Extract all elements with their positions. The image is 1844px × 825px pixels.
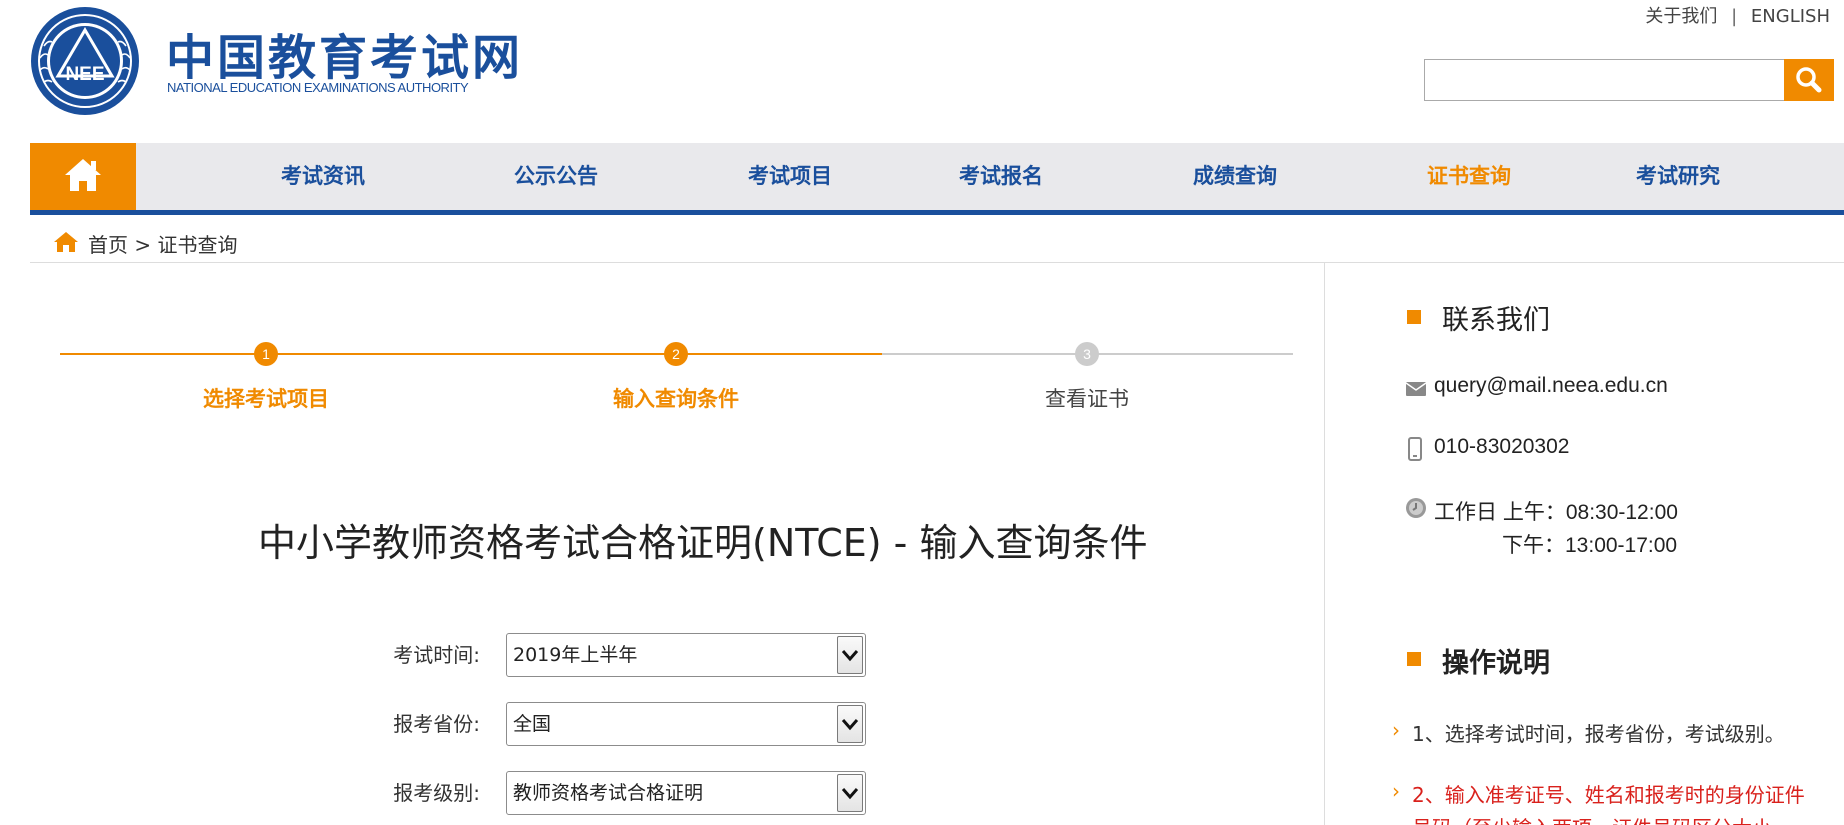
clock-icon (1406, 498, 1426, 518)
nav-item-exam-projects[interactable]: 考试项目 (748, 143, 832, 210)
step-2-number: 2 (664, 342, 688, 366)
top-links: 关于我们 | ENGLISH (1645, 2, 1830, 28)
step-1-label: 选择考试项目 (203, 387, 329, 411)
home-icon (54, 232, 78, 252)
step-3-label: 查看证书 (1045, 387, 1129, 411)
contact-hours-line2: 下午：13:00-17:00 (1502, 534, 1678, 557)
exam-time-label: 考试时间: (393, 643, 480, 667)
nav-item-score-query[interactable]: 成绩查询 (1193, 143, 1277, 210)
step-1-number: 1 (254, 342, 278, 366)
contact-hours-line1: 工作日 上午：08:30-12:00 (1434, 501, 1678, 524)
step-2-label: 输入查询条件 (613, 387, 739, 411)
site-logo[interactable]: NEE 中国教育考试网 NATIONAL EDUCATION EXAMINATI… (30, 6, 520, 116)
chevron-down-icon (837, 774, 863, 812)
nav-item-announcements[interactable]: 公示公告 (514, 143, 598, 210)
chevron-down-icon (837, 636, 863, 674)
instruction-item-2-cont: 号码（至少输入两项，证件号码区分大小 (1412, 812, 1772, 825)
search-box (1424, 59, 1784, 101)
breadcrumb-current: 证书查询 (157, 233, 238, 257)
instruction-item-2: › 2、输入准考证号、姓名和报考时的身份证件 (1392, 779, 1805, 808)
contact-heading-marker (1407, 310, 1421, 324)
column-divider (1324, 263, 1325, 825)
search-button[interactable] (1784, 59, 1834, 101)
contact-email[interactable]: query@mail.neea.edu.cn (1434, 374, 1668, 398)
phone-icon (1408, 437, 1422, 461)
province-value: 全国 (513, 713, 552, 735)
exam-time-value: 2019年上半年 (513, 644, 638, 666)
email-icon (1405, 382, 1427, 396)
breadcrumb-separator: > (134, 233, 152, 257)
province-label: 报考省份: (393, 712, 480, 736)
nav-item-registration[interactable]: 考试报名 (959, 143, 1043, 210)
logo-title: 中国教育考试网 (166, 30, 524, 86)
home-icon (65, 159, 101, 191)
breadcrumb-home-link[interactable]: 首页 (88, 233, 128, 257)
province-select[interactable]: 全国 (506, 702, 866, 746)
nav-item-exam-research[interactable]: 考试研究 (1636, 143, 1720, 210)
level-label: 报考级别: (393, 781, 480, 805)
page-title: 中小学教师资格考试合格证明(NTCE) - 输入查询条件 (258, 521, 1148, 565)
contact-phone: 010-83020302 (1434, 435, 1570, 458)
nav-home-button[interactable] (30, 143, 136, 210)
instruction-item-1-text: 1、选择考试时间，报考省份，考试级别。 (1412, 722, 1785, 746)
chevron-right-icon: › (1392, 718, 1400, 742)
instruction-item-2-text: 2、输入准考证号、姓名和报考时的身份证件 (1412, 783, 1805, 807)
instruction-item-1: › 1、选择考试时间，报考省份，考试级别。 (1392, 718, 1785, 747)
level-select[interactable]: 教师资格考试合格证明 (506, 771, 866, 815)
neea-emblem-icon: NEE (31, 7, 139, 115)
instructions-heading: 操作说明 (1442, 648, 1550, 679)
breadcrumb: 首页 > 证书查询 (30, 221, 1844, 263)
search-icon (1796, 67, 1822, 93)
english-link[interactable]: ENGLISH (1751, 6, 1830, 27)
chevron-down-icon (837, 705, 863, 743)
logo-subtitle: NATIONAL EDUCATION EXAMINATIONS AUTHORIT… (167, 80, 469, 95)
nav-item-exam-news[interactable]: 考试资讯 (281, 143, 365, 210)
link-separator: | (1731, 6, 1738, 27)
about-us-link[interactable]: 关于我们 (1645, 6, 1717, 27)
instructions-heading-marker (1407, 652, 1421, 666)
contact-heading: 联系我们 (1442, 305, 1550, 336)
level-value: 教师资格考试合格证明 (513, 782, 704, 804)
progress-line-done (60, 353, 882, 355)
emblem-text: NEE (65, 64, 104, 85)
nav-item-certificate-query[interactable]: 证书查询 (1427, 143, 1511, 210)
main-nav: 考试资讯 公示公告 考试项目 考试报名 成绩查询 证书查询 考试研究 (30, 143, 1844, 215)
step-3-number: 3 (1075, 342, 1099, 366)
exam-time-select[interactable]: 2019年上半年 (506, 633, 866, 677)
chevron-right-icon: › (1392, 779, 1400, 803)
search-input[interactable] (1425, 60, 1784, 100)
